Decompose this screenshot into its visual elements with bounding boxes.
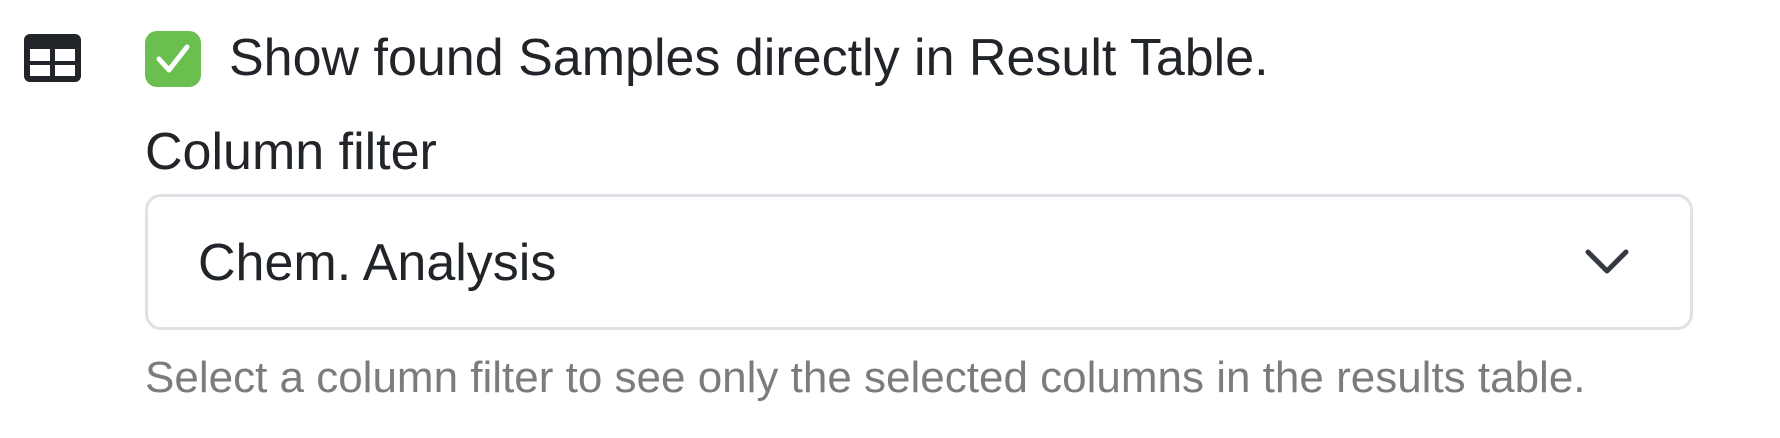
chevron-down-icon xyxy=(1585,249,1629,274)
checkmark-icon xyxy=(156,44,190,73)
column-filter-select[interactable]: Chem. Analysis xyxy=(145,194,1693,330)
show-samples-label[interactable]: Show found Samples directly in Result Ta… xyxy=(229,28,1269,88)
column-filter-help-text: Select a column filter to see only the s… xyxy=(145,353,1586,402)
table-icon xyxy=(24,34,81,82)
show-samples-checkbox[interactable] xyxy=(145,31,201,87)
column-filter-label: Column filter xyxy=(145,123,437,181)
column-filter-selected-value: Chem. Analysis xyxy=(198,234,557,292)
